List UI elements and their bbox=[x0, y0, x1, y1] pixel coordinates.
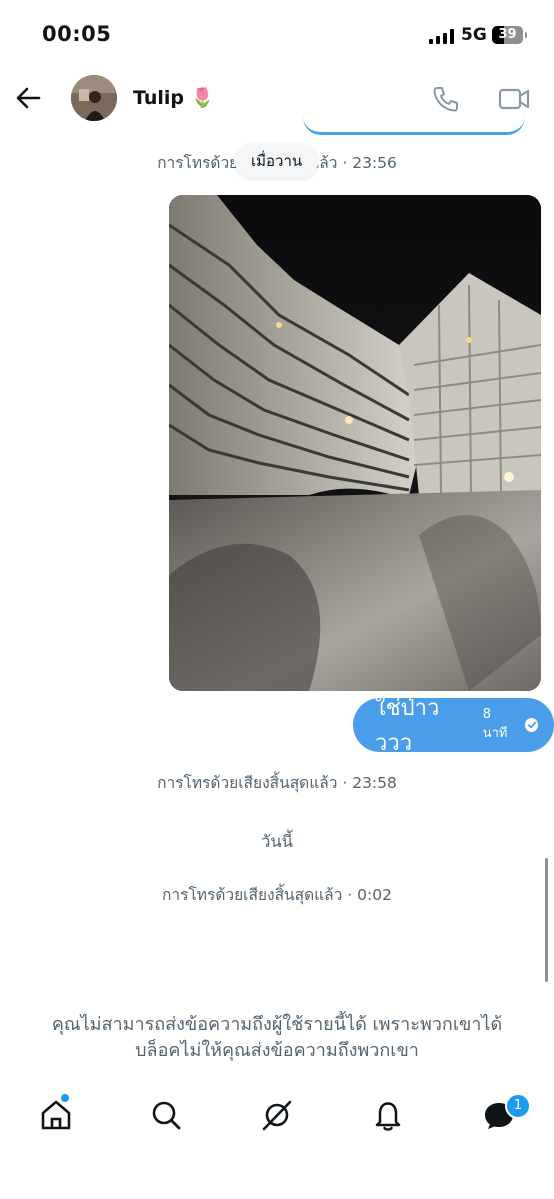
message-timestamp: 8 นาที bbox=[482, 707, 508, 741]
home-notification-dot bbox=[61, 1094, 69, 1102]
call-ended-notice: การโทรด้วยเสียงสิ้นสุดแล้ว · 0:02 bbox=[162, 886, 392, 904]
status-time: 00:05 bbox=[42, 22, 112, 46]
date-separator-pill: เมื่อวาน bbox=[235, 144, 319, 178]
network-label: 5G bbox=[461, 25, 487, 45]
contact-name[interactable]: Tulip 🌷 bbox=[133, 86, 214, 109]
blocked-notice-line: คุณไม่สามารถส่งข้อความถึงผู้ใช้รายนี้ได้… bbox=[51, 1014, 503, 1035]
signal-icon bbox=[429, 28, 455, 44]
messages-badge: 1 bbox=[505, 1093, 531, 1119]
image-message[interactable] bbox=[169, 195, 541, 691]
message-text: ใช่ป่าวววว bbox=[375, 696, 440, 756]
avatar[interactable] bbox=[71, 75, 117, 121]
blocked-notice: คุณไม่สามารถส่งข้อความถึงผู้ใช้รายนี้ได้… bbox=[30, 1012, 524, 1064]
notifications-bell-icon[interactable] bbox=[371, 1098, 405, 1132]
today-separator: วันนี้ bbox=[261, 832, 293, 851]
previous-message-bubble bbox=[303, 110, 525, 135]
blocked-notice-line: บล็อคไม่ให้คุณส่งข้อความถึงพวกเขา bbox=[135, 1040, 419, 1061]
scrollbar[interactable] bbox=[545, 858, 548, 982]
back-arrow-icon[interactable] bbox=[14, 84, 42, 112]
video-call-icon[interactable] bbox=[498, 86, 530, 112]
grok-icon[interactable] bbox=[260, 1098, 294, 1132]
battery-icon: 39 bbox=[492, 26, 527, 44]
search-icon[interactable] bbox=[149, 1098, 183, 1132]
sent-message-bubble[interactable]: ใช่ป่าวววว 8 นาที bbox=[353, 696, 554, 756]
building-photo bbox=[169, 195, 541, 691]
read-check-icon bbox=[524, 718, 538, 732]
call-ended-notice: การโทรด้วยเสียงสิ้นสุดแล้ว · 23:58 bbox=[157, 774, 397, 792]
battery-percent: 39 bbox=[498, 27, 517, 42]
home-icon[interactable] bbox=[39, 1098, 73, 1132]
